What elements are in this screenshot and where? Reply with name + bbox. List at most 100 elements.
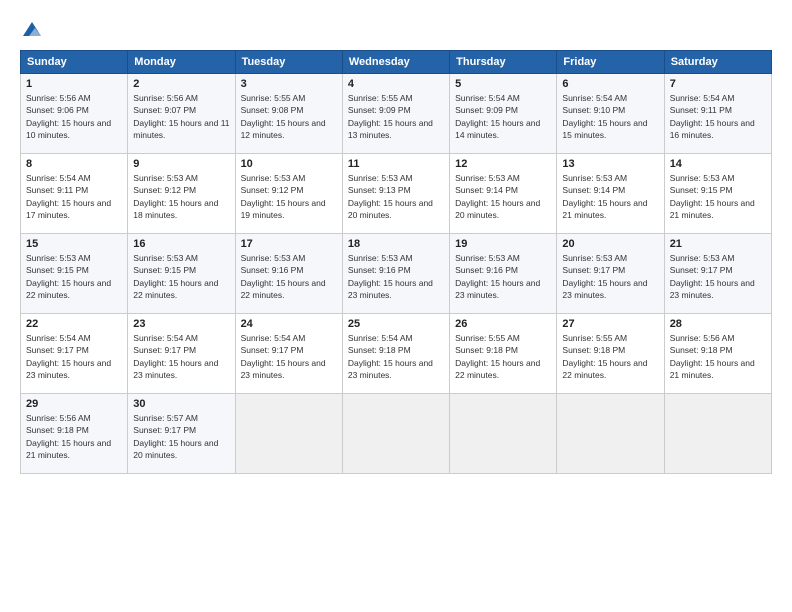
day-number: 6 xyxy=(562,78,658,90)
day-info: Sunrise: 5:54 AM Sunset: 9:17 PM Dayligh… xyxy=(26,332,122,381)
calendar-cell: 18 Sunrise: 5:53 AM Sunset: 9:16 PM Dayl… xyxy=(342,234,449,314)
sunset-text: Sunset: 9:15 PM xyxy=(670,185,733,195)
daylight-text: Daylight: 15 hours and 17 minutes. xyxy=(26,198,111,220)
daylight-text: Daylight: 15 hours and 12 minutes. xyxy=(241,118,326,140)
day-info: Sunrise: 5:57 AM Sunset: 9:17 PM Dayligh… xyxy=(133,412,229,461)
daylight-text: Daylight: 15 hours and 23 minutes. xyxy=(348,278,433,300)
calendar-cell: 4 Sunrise: 5:55 AM Sunset: 9:09 PM Dayli… xyxy=(342,74,449,154)
sunrise-text: Sunrise: 5:53 AM xyxy=(455,173,520,183)
calendar-cell xyxy=(664,394,771,474)
sunrise-text: Sunrise: 5:53 AM xyxy=(670,253,735,263)
day-number: 5 xyxy=(455,78,551,90)
daylight-text: Daylight: 15 hours and 23 minutes. xyxy=(241,358,326,380)
daylight-text: Daylight: 15 hours and 22 minutes. xyxy=(241,278,326,300)
sunset-text: Sunset: 9:17 PM xyxy=(241,345,304,355)
calendar-body: 1 Sunrise: 5:56 AM Sunset: 9:06 PM Dayli… xyxy=(21,74,772,474)
day-info: Sunrise: 5:54 AM Sunset: 9:17 PM Dayligh… xyxy=(133,332,229,381)
calendar-cell: 13 Sunrise: 5:53 AM Sunset: 9:14 PM Dayl… xyxy=(557,154,664,234)
calendar-cell: 20 Sunrise: 5:53 AM Sunset: 9:17 PM Dayl… xyxy=(557,234,664,314)
daylight-text: Daylight: 15 hours and 23 minutes. xyxy=(562,278,647,300)
day-info: Sunrise: 5:53 AM Sunset: 9:17 PM Dayligh… xyxy=(562,252,658,301)
day-info: Sunrise: 5:54 AM Sunset: 9:09 PM Dayligh… xyxy=(455,92,551,141)
daylight-text: Daylight: 15 hours and 18 minutes. xyxy=(133,198,218,220)
sunrise-text: Sunrise: 5:53 AM xyxy=(26,253,91,263)
day-info: Sunrise: 5:56 AM Sunset: 9:07 PM Dayligh… xyxy=(133,92,229,141)
calendar-cell: 9 Sunrise: 5:53 AM Sunset: 9:12 PM Dayli… xyxy=(128,154,235,234)
sunrise-text: Sunrise: 5:55 AM xyxy=(562,333,627,343)
sunset-text: Sunset: 9:15 PM xyxy=(26,265,89,275)
calendar-cell: 6 Sunrise: 5:54 AM Sunset: 9:10 PM Dayli… xyxy=(557,74,664,154)
sunset-text: Sunset: 9:11 PM xyxy=(26,185,88,195)
sunrise-text: Sunrise: 5:54 AM xyxy=(455,93,520,103)
sunset-text: Sunset: 9:09 PM xyxy=(348,105,411,115)
calendar-cell: 16 Sunrise: 5:53 AM Sunset: 9:15 PM Dayl… xyxy=(128,234,235,314)
daylight-text: Daylight: 15 hours and 19 minutes. xyxy=(241,198,326,220)
day-info: Sunrise: 5:55 AM Sunset: 9:18 PM Dayligh… xyxy=(455,332,551,381)
calendar-week-row: 1 Sunrise: 5:56 AM Sunset: 9:06 PM Dayli… xyxy=(21,74,772,154)
calendar-week-row: 15 Sunrise: 5:53 AM Sunset: 9:15 PM Dayl… xyxy=(21,234,772,314)
day-number: 27 xyxy=(562,318,658,330)
sunrise-text: Sunrise: 5:56 AM xyxy=(26,93,91,103)
daylight-text: Daylight: 15 hours and 22 minutes. xyxy=(455,358,540,380)
day-info: Sunrise: 5:53 AM Sunset: 9:14 PM Dayligh… xyxy=(562,172,658,221)
day-number: 3 xyxy=(241,78,337,90)
daylight-text: Daylight: 15 hours and 23 minutes. xyxy=(670,278,755,300)
calendar-cell: 3 Sunrise: 5:55 AM Sunset: 9:08 PM Dayli… xyxy=(235,74,342,154)
daylight-text: Daylight: 15 hours and 21 minutes. xyxy=(26,438,111,460)
daylight-text: Daylight: 15 hours and 16 minutes. xyxy=(670,118,755,140)
day-info: Sunrise: 5:54 AM Sunset: 9:18 PM Dayligh… xyxy=(348,332,444,381)
calendar-cell: 8 Sunrise: 5:54 AM Sunset: 9:11 PM Dayli… xyxy=(21,154,128,234)
sunrise-text: Sunrise: 5:53 AM xyxy=(241,173,306,183)
calendar-cell xyxy=(450,394,557,474)
sunrise-text: Sunrise: 5:55 AM xyxy=(455,333,520,343)
day-info: Sunrise: 5:53 AM Sunset: 9:15 PM Dayligh… xyxy=(26,252,122,301)
sunrise-text: Sunrise: 5:53 AM xyxy=(562,253,627,263)
sunrise-text: Sunrise: 5:54 AM xyxy=(241,333,306,343)
calendar-cell: 26 Sunrise: 5:55 AM Sunset: 9:18 PM Dayl… xyxy=(450,314,557,394)
sunrise-text: Sunrise: 5:55 AM xyxy=(348,93,413,103)
daylight-text: Daylight: 15 hours and 10 minutes. xyxy=(26,118,111,140)
day-number: 30 xyxy=(133,398,229,410)
day-info: Sunrise: 5:55 AM Sunset: 9:18 PM Dayligh… xyxy=(562,332,658,381)
calendar-cell: 21 Sunrise: 5:53 AM Sunset: 9:17 PM Dayl… xyxy=(664,234,771,314)
sunrise-text: Sunrise: 5:54 AM xyxy=(348,333,413,343)
sunset-text: Sunset: 9:18 PM xyxy=(348,345,411,355)
calendar-cell: 24 Sunrise: 5:54 AM Sunset: 9:17 PM Dayl… xyxy=(235,314,342,394)
logo xyxy=(20,18,43,40)
day-number: 15 xyxy=(26,238,122,250)
day-info: Sunrise: 5:55 AM Sunset: 9:08 PM Dayligh… xyxy=(241,92,337,141)
day-number: 11 xyxy=(348,158,444,170)
sunset-text: Sunset: 9:13 PM xyxy=(348,185,411,195)
day-number: 12 xyxy=(455,158,551,170)
sunset-text: Sunset: 9:11 PM xyxy=(670,105,732,115)
day-number: 10 xyxy=(241,158,337,170)
day-info: Sunrise: 5:53 AM Sunset: 9:16 PM Dayligh… xyxy=(455,252,551,301)
daylight-text: Daylight: 15 hours and 20 minutes. xyxy=(133,438,218,460)
daylight-text: Daylight: 15 hours and 23 minutes. xyxy=(133,358,218,380)
calendar-cell xyxy=(342,394,449,474)
sunrise-text: Sunrise: 5:56 AM xyxy=(670,333,735,343)
calendar-cell xyxy=(235,394,342,474)
day-number: 25 xyxy=(348,318,444,330)
sunrise-text: Sunrise: 5:54 AM xyxy=(133,333,198,343)
day-number: 8 xyxy=(26,158,122,170)
calendar-cell: 19 Sunrise: 5:53 AM Sunset: 9:16 PM Dayl… xyxy=(450,234,557,314)
sunset-text: Sunset: 9:17 PM xyxy=(562,265,625,275)
daylight-text: Daylight: 15 hours and 23 minutes. xyxy=(455,278,540,300)
header xyxy=(20,18,772,40)
calendar-cell: 23 Sunrise: 5:54 AM Sunset: 9:17 PM Dayl… xyxy=(128,314,235,394)
calendar-cell: 5 Sunrise: 5:54 AM Sunset: 9:09 PM Dayli… xyxy=(450,74,557,154)
day-number: 22 xyxy=(26,318,122,330)
calendar-cell: 27 Sunrise: 5:55 AM Sunset: 9:18 PM Dayl… xyxy=(557,314,664,394)
sunset-text: Sunset: 9:18 PM xyxy=(670,345,733,355)
day-number: 16 xyxy=(133,238,229,250)
calendar-cell: 11 Sunrise: 5:53 AM Sunset: 9:13 PM Dayl… xyxy=(342,154,449,234)
sunrise-text: Sunrise: 5:53 AM xyxy=(133,253,198,263)
calendar-cell: 29 Sunrise: 5:56 AM Sunset: 9:18 PM Dayl… xyxy=(21,394,128,474)
calendar-header: SundayMondayTuesdayWednesdayThursdayFrid… xyxy=(21,51,772,74)
calendar-cell: 15 Sunrise: 5:53 AM Sunset: 9:15 PM Dayl… xyxy=(21,234,128,314)
calendar-cell: 12 Sunrise: 5:53 AM Sunset: 9:14 PM Dayl… xyxy=(450,154,557,234)
sunset-text: Sunset: 9:12 PM xyxy=(133,185,196,195)
sunset-text: Sunset: 9:17 PM xyxy=(670,265,733,275)
day-info: Sunrise: 5:54 AM Sunset: 9:11 PM Dayligh… xyxy=(670,92,766,141)
